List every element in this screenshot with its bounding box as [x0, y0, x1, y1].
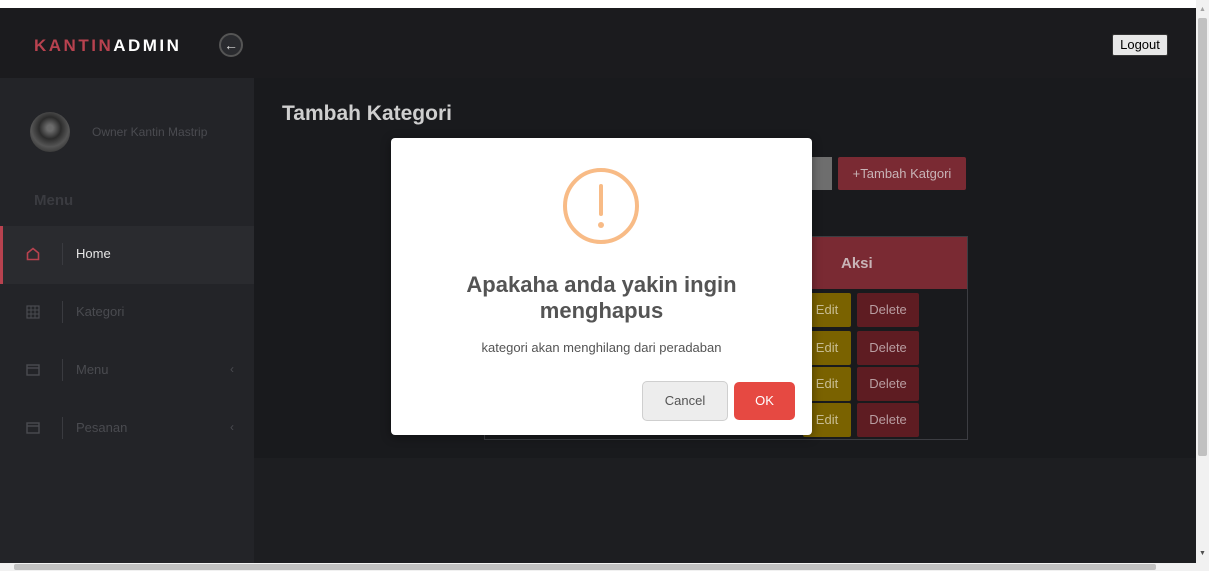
- confirm-delete-dialog: Apakaha anda yakin ingin menghapus kateg…: [391, 138, 812, 435]
- nav-divider: [62, 417, 63, 439]
- sidebar-nav: Home Kategori Menu ‹ Pesanan ‹: [0, 226, 254, 458]
- delete-button[interactable]: Delete: [857, 403, 919, 437]
- sidebar-item-label: Pesanan: [76, 420, 128, 435]
- chevron-left-icon: ‹: [230, 420, 234, 434]
- sidebar-item-kategori[interactable]: Kategori: [0, 284, 254, 342]
- avatar: [30, 112, 70, 152]
- warning-icon: [563, 168, 639, 244]
- nav-divider: [62, 243, 63, 265]
- scrollbar-thumb[interactable]: [14, 564, 1156, 570]
- menu-heading: Menu: [34, 192, 74, 209]
- sidebar-item-pesanan[interactable]: Pesanan ‹: [0, 400, 254, 458]
- logout-button[interactable]: Logout: [1112, 34, 1168, 56]
- page-title: Tambah Kategori: [282, 102, 452, 125]
- chevron-left-icon: ‹: [230, 362, 234, 376]
- cancel-button[interactable]: Cancel: [642, 381, 728, 421]
- delete-button[interactable]: Delete: [857, 331, 919, 365]
- user-profile: Owner Kantin Mastrip: [30, 112, 250, 152]
- sidebar: Owner Kantin Mastrip Menu Home Kategori …: [0, 78, 254, 563]
- nav-divider: [62, 301, 63, 323]
- vertical-scrollbar[interactable]: ▲ ▼: [1196, 0, 1209, 571]
- horizontal-scrollbar[interactable]: [0, 563, 1196, 571]
- sidebar-item-label: Kategori: [76, 304, 125, 319]
- nav-divider: [62, 359, 63, 381]
- sidebar-item-menu[interactable]: Menu ‹: [0, 342, 254, 400]
- grid-icon: [26, 305, 40, 319]
- column-header-aksi: Aksi: [841, 255, 873, 272]
- delete-button[interactable]: Delete: [857, 293, 919, 327]
- ok-button[interactable]: OK: [734, 382, 795, 420]
- brand-part1: KANTIN: [34, 36, 114, 55]
- profile-name: Owner Kantin Mastrip: [92, 125, 208, 139]
- top-bar: KANTINADMIN ← Logout: [0, 8, 1196, 78]
- dialog-message: kategori akan menghilang dari peradaban: [481, 340, 722, 355]
- delete-button[interactable]: Delete: [857, 367, 919, 401]
- add-category-button[interactable]: +Tambah Katgori: [838, 157, 966, 190]
- sidebar-item-home[interactable]: Home: [0, 226, 254, 284]
- arrow-left-icon[interactable]: ←: [219, 33, 243, 57]
- sidebar-item-label: Menu: [76, 362, 109, 377]
- brand-logo: KANTINADMIN: [34, 36, 181, 56]
- dialog-title: Apakaha anda yakin ingin menghapus: [466, 272, 737, 323]
- home-icon: [26, 247, 40, 261]
- brand-part2: ADMIN: [113, 36, 182, 55]
- sidebar-item-label: Home: [76, 246, 111, 261]
- window-icon: [26, 364, 40, 376]
- window-icon: [26, 422, 40, 434]
- scroll-down-icon[interactable]: ▼: [1199, 550, 1206, 557]
- scrollbar-thumb[interactable]: [1198, 18, 1207, 456]
- page-footer: [254, 458, 1196, 563]
- scroll-up-icon[interactable]: ▲: [1199, 6, 1206, 13]
